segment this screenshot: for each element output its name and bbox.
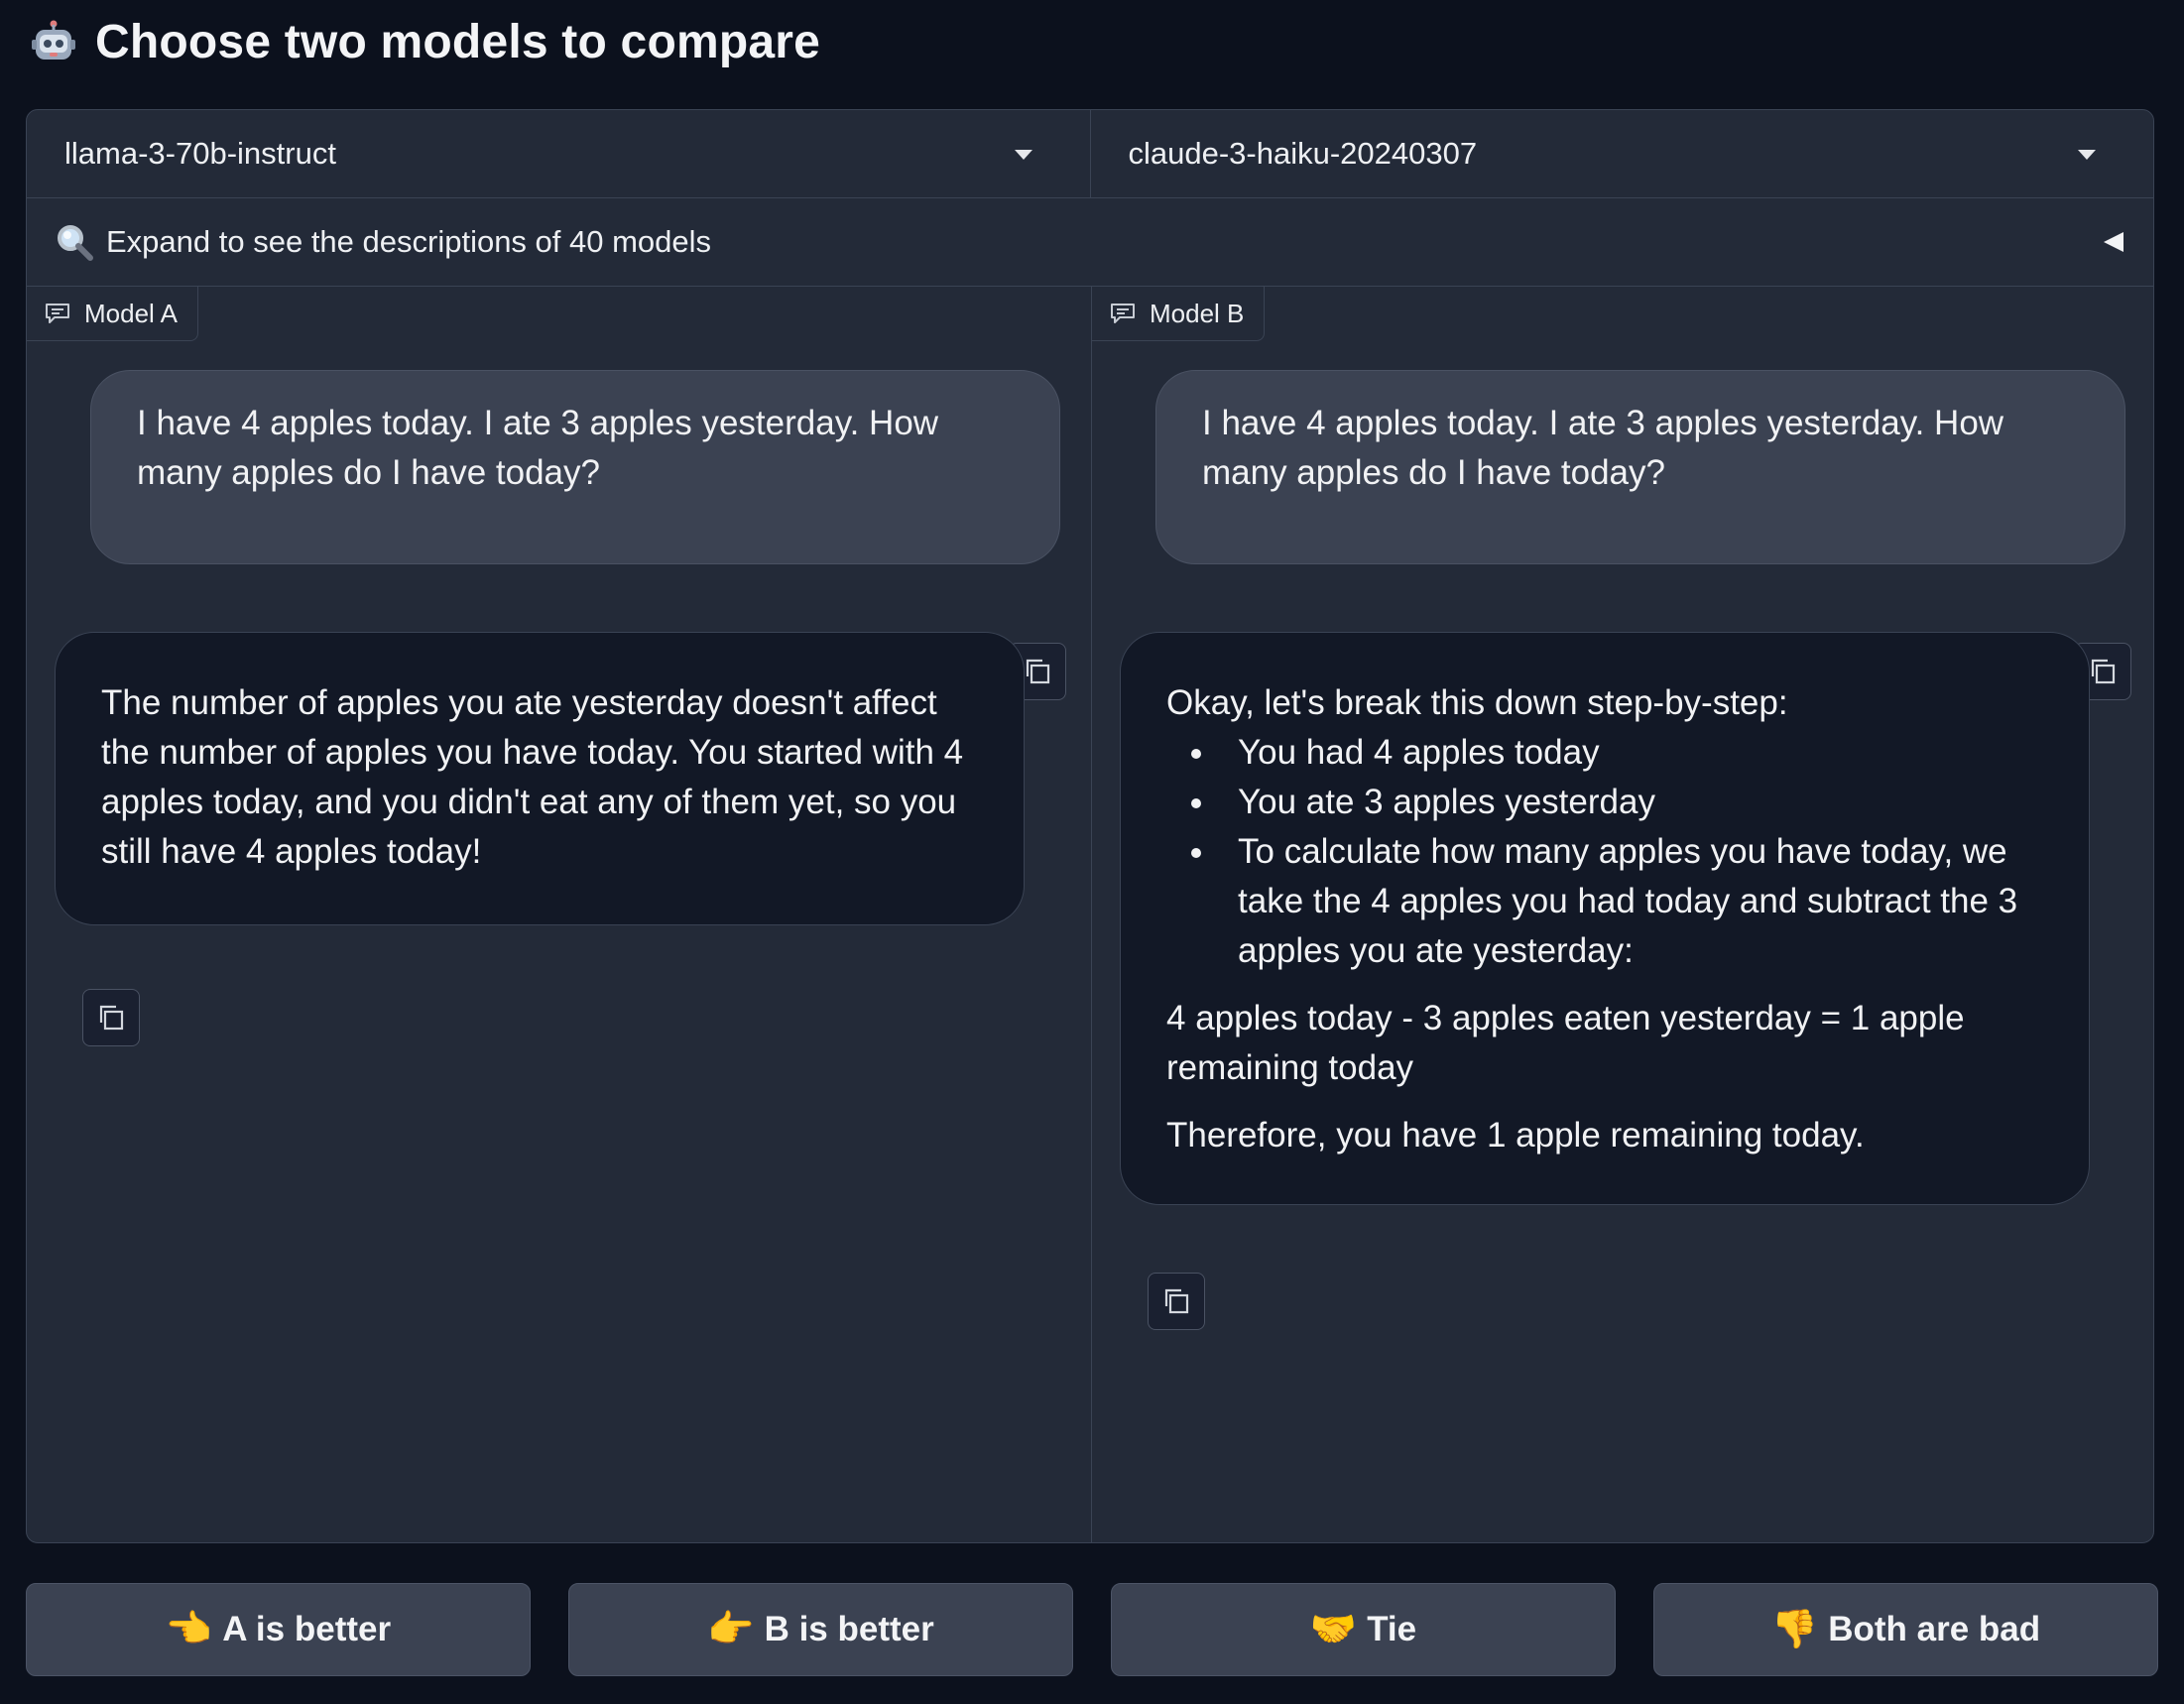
model-b-dropdown[interactable]: claude-3-haiku-20240307 — [1089, 110, 2154, 197]
bot-bullet-list: You had 4 apples today You ate 3 apples … — [1166, 728, 2043, 976]
bot-message: The number of apples you ate yesterday d… — [55, 632, 1025, 925]
chevron-down-icon — [2078, 150, 2096, 160]
both-bad-button[interactable]: 👎 Both are bad — [1653, 1583, 2158, 1676]
user-message: I have 4 apples today. I ate 3 apples ye… — [90, 370, 1060, 564]
copy-button[interactable] — [1148, 1273, 1205, 1330]
model-a-selected: llama-3-70b-instruct — [64, 136, 336, 171]
list-item: To calculate how many apples you have to… — [1218, 827, 2043, 976]
chat-label-text: Model A — [84, 298, 178, 328]
page-header: Choose two models to compare — [30, 10, 820, 73]
copy-icon — [1164, 1288, 1189, 1314]
collapse-arrow-icon[interactable] — [2104, 232, 2123, 252]
chat-label-a: Model A — [27, 287, 198, 341]
button-label: Tie — [1367, 1610, 1417, 1648]
bot-equation: 4 apples today - 3 apples eaten yesterda… — [1166, 999, 1965, 1087]
copy-icon — [2091, 659, 2116, 684]
chat-bubble-icon — [1111, 304, 1135, 323]
model-descriptions-accordion[interactable]: Expand to see the descriptions of 40 mod… — [27, 197, 2153, 287]
list-item: You ate 3 apples yesterday — [1218, 778, 2043, 827]
bot-message: Okay, let's break this down step-by-step… — [1120, 632, 2090, 1205]
bot-intro: Okay, let's break this down step-by-step… — [1166, 683, 1788, 722]
accordion-label: Expand to see the descriptions of 40 mod… — [106, 223, 712, 259]
list-item: You had 4 apples today — [1218, 728, 2043, 778]
model-a-dropdown[interactable]: llama-3-70b-instruct — [27, 110, 1090, 197]
thumbs-down-icon: 👎 — [1770, 1609, 1819, 1650]
copy-button[interactable] — [82, 989, 140, 1046]
robot-icon — [32, 20, 75, 60]
tie-button[interactable]: 🤝 Tie — [1111, 1583, 1616, 1676]
model-b-selected: claude-3-haiku-20240307 — [1128, 136, 1478, 171]
bot-conclusion: Therefore, you have 1 apple remaining to… — [1166, 1116, 1865, 1155]
chatbot-model-a: Model A I have 4 apples today. I ate 3 a… — [27, 287, 1091, 1542]
comparison-panel: llama-3-70b-instruct claude-3-haiku-2024… — [26, 109, 2154, 1543]
button-label: B is better — [764, 1610, 934, 1648]
model-selectors: llama-3-70b-instruct claude-3-haiku-2024… — [27, 110, 2153, 198]
a-is-better-button[interactable]: 👈 A is better — [26, 1583, 531, 1676]
point-right-icon: 👉 — [707, 1609, 755, 1650]
chat-label-b: Model B — [1092, 287, 1266, 341]
button-label: Both are bad — [1828, 1610, 2041, 1648]
magnifier-icon — [58, 224, 93, 261]
chevron-down-icon — [1014, 150, 1032, 160]
handshake-icon: 🤝 — [1309, 1609, 1358, 1650]
chatbot-model-b: Model B I have 4 apples today. I ate 3 a… — [1091, 287, 2153, 1542]
user-message: I have 4 apples today. I ate 3 apples ye… — [1155, 370, 2125, 564]
page-title: Choose two models to compare — [95, 15, 821, 68]
chat-bubble-icon — [46, 304, 69, 323]
copy-icon — [99, 1005, 124, 1031]
chat-label-text: Model B — [1150, 298, 1245, 328]
copy-icon — [1026, 659, 1050, 684]
vote-buttons: 👈 A is better 👉 B is better 🤝 Tie 👎 Both… — [26, 1583, 2158, 1676]
button-label: A is better — [222, 1610, 392, 1648]
b-is-better-button[interactable]: 👉 B is better — [568, 1583, 1073, 1676]
point-left-icon: 👈 — [165, 1609, 213, 1650]
